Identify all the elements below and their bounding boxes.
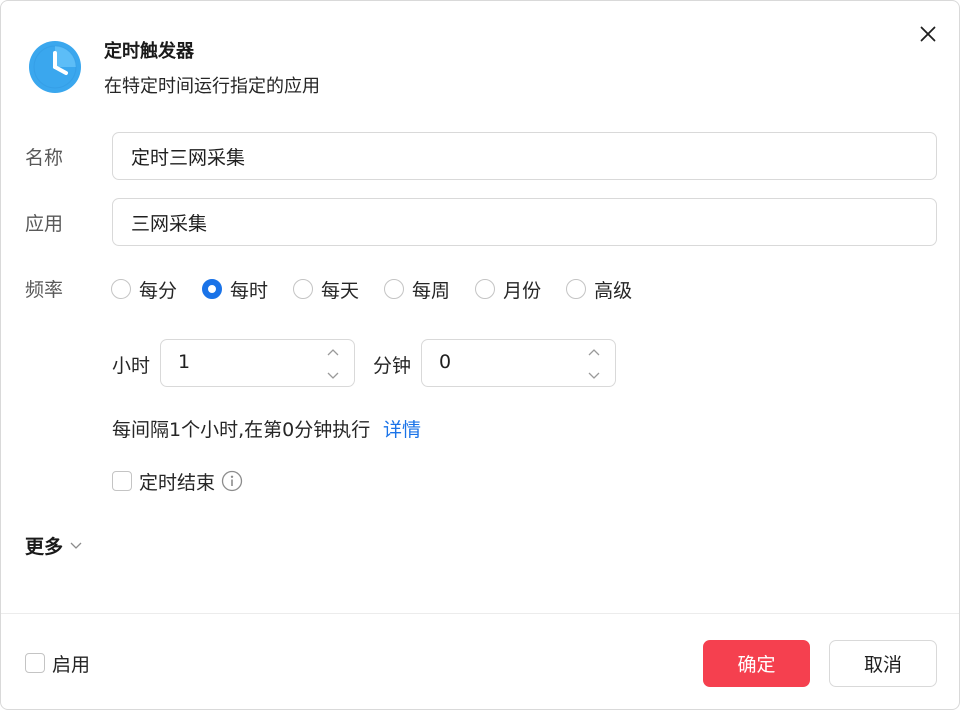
chevron-up-icon[interactable]	[587, 347, 601, 357]
radio-label: 每周	[412, 279, 451, 302]
radio-label: 月份	[503, 279, 542, 302]
radio-circle	[293, 279, 314, 299]
name-input[interactable]	[112, 132, 937, 180]
more-label: 更多	[25, 536, 64, 558]
hour-label: 小时	[112, 355, 151, 377]
timer-trigger-dialog: 定时触发器 在特定时间运行指定的应用 名称 应用 频率 每分 每时 每天 每周	[0, 0, 960, 710]
radio-label: 高级	[594, 279, 633, 302]
confirm-button[interactable]: 确定	[703, 640, 810, 687]
close-button[interactable]	[915, 21, 941, 47]
frequency-radio-group: 每分 每时 每天 每周 月份 高级	[111, 276, 632, 302]
end-timer-checkbox[interactable]	[112, 471, 132, 491]
chevron-down-icon	[70, 542, 82, 549]
radio-every-minute[interactable]: 每分	[111, 276, 177, 302]
enable-label: 启用	[52, 654, 91, 676]
hour-stepper[interactable]: 1	[160, 339, 355, 387]
radio-label: 每分	[139, 279, 178, 302]
radio-every-week[interactable]: 每周	[384, 276, 450, 302]
radio-circle	[566, 279, 587, 299]
dialog-title: 定时触发器	[104, 41, 194, 62]
radio-circle	[384, 279, 405, 299]
dialog-subtitle: 在特定时间运行指定的应用	[104, 76, 320, 97]
detail-link[interactable]: 详情	[383, 415, 421, 442]
enable-checkbox[interactable]	[25, 653, 45, 673]
minute-stepper[interactable]: 0	[421, 339, 616, 387]
minute-value: 0	[439, 351, 452, 373]
app-input[interactable]	[112, 198, 937, 246]
frequency-label: 频率	[25, 279, 64, 301]
radio-label: 每天	[321, 279, 360, 302]
radio-label: 每时	[230, 279, 269, 302]
more-toggle[interactable]: 更多	[25, 532, 83, 559]
radio-circle	[475, 279, 496, 299]
app-label: 应用	[25, 213, 64, 235]
radio-month[interactable]: 月份	[475, 276, 541, 302]
radio-circle-checked	[202, 279, 223, 299]
minute-label: 分钟	[373, 355, 412, 377]
footer-divider	[1, 613, 959, 614]
chevron-up-icon[interactable]	[326, 347, 340, 357]
radio-every-day[interactable]: 每天	[293, 276, 359, 302]
chevron-down-icon[interactable]	[326, 371, 340, 381]
close-icon	[920, 26, 936, 42]
radio-advanced[interactable]: 高级	[566, 276, 632, 302]
info-icon[interactable]	[221, 470, 243, 492]
chevron-down-icon[interactable]	[587, 371, 601, 381]
radio-circle	[111, 279, 131, 299]
name-label: 名称	[25, 147, 64, 169]
hour-value: 1	[178, 351, 191, 373]
cancel-button[interactable]: 取消	[829, 640, 937, 687]
clock-icon	[28, 40, 82, 94]
end-timer-label: 定时结束	[139, 472, 216, 494]
radio-every-hour[interactable]: 每时	[202, 276, 268, 302]
schedule-description: 每间隔1个小时,在第0分钟执行	[112, 419, 371, 441]
